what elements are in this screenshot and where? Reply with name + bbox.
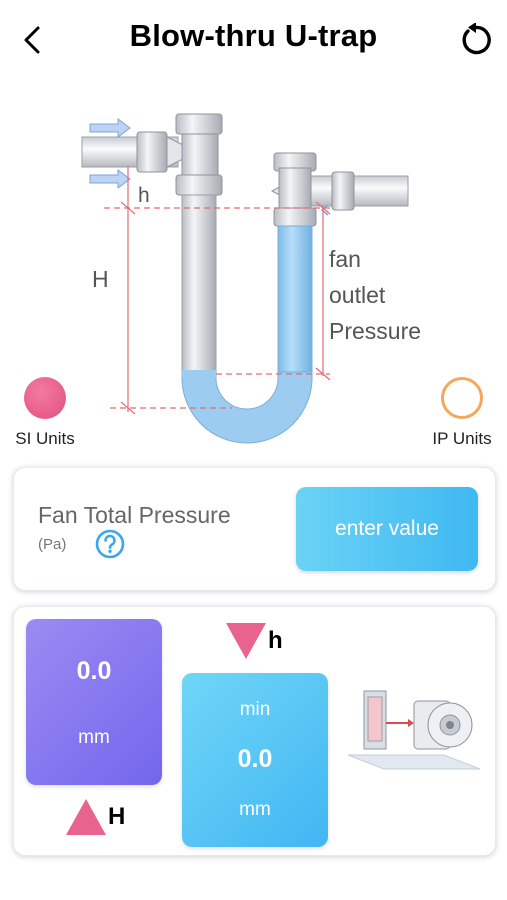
ip-units-label: IP Units [432,429,492,448]
pressure-label: Pressure [329,318,421,344]
triangle-down-icon [226,623,266,659]
h-dimension-label: h [138,184,150,207]
page-title: Blow-thru U-trap [129,18,378,53]
H-marker-label: H [108,803,126,830]
results-card: 0.0 mm H h min 0.0 mm [13,606,496,856]
si-units-option[interactable]: SI Units [6,377,84,449]
refresh-icon [462,23,491,55]
reset-button[interactable] [456,20,496,60]
ip-units-option[interactable]: IP Units [421,377,503,449]
h-value: 0.0 [237,745,273,773]
h-caption: min [239,699,271,720]
H-marker: H [66,799,125,835]
h-marker-label: h [268,627,283,654]
outlet-label: outlet [329,282,386,308]
input-card: Fan Total Pressure (Pa) enter value [13,467,496,591]
h-marker: h [226,623,283,659]
si-units-radio[interactable] [24,377,66,419]
header: Blow-thru U-trap [0,0,507,80]
question-circle-icon[interactable] [95,529,125,559]
ip-units-radio[interactable] [441,377,483,419]
enter-value-button[interactable]: enter value [296,487,478,571]
si-units-label: SI Units [15,429,75,448]
H-value: 0.0 [76,657,112,685]
H-result-tile: 0.0 mm [26,619,162,785]
fan-unit-illustration-icon [347,690,481,770]
h-unit: mm [239,799,271,820]
triangle-up-icon [66,799,106,835]
fan-total-pressure-label: Fan Total Pressure [38,502,231,528]
h-result-tile: min 0.0 mm [182,673,328,847]
fan-label: fan [329,246,361,272]
pressure-unit-label: (Pa) [38,536,67,553]
H-dimension-label: H [92,266,109,292]
H-unit: mm [78,727,110,748]
